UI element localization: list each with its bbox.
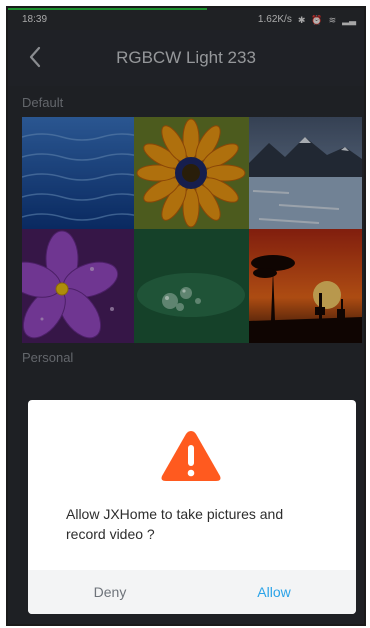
deny-button[interactable]: Deny xyxy=(28,570,192,614)
dialog-actions: Deny Allow xyxy=(28,570,356,614)
dialog-message: Allow JXHome to take pictures and record… xyxy=(66,506,284,542)
allow-button[interactable]: Allow xyxy=(192,570,356,614)
phone-screen: 18:39 1.62K/s ✱ ⏰ ≋ ▂▃ RGBCW Light 233 D… xyxy=(6,6,366,626)
warning-icon xyxy=(161,431,221,481)
permission-dialog: Allow JXHome to take pictures and record… xyxy=(28,400,356,614)
